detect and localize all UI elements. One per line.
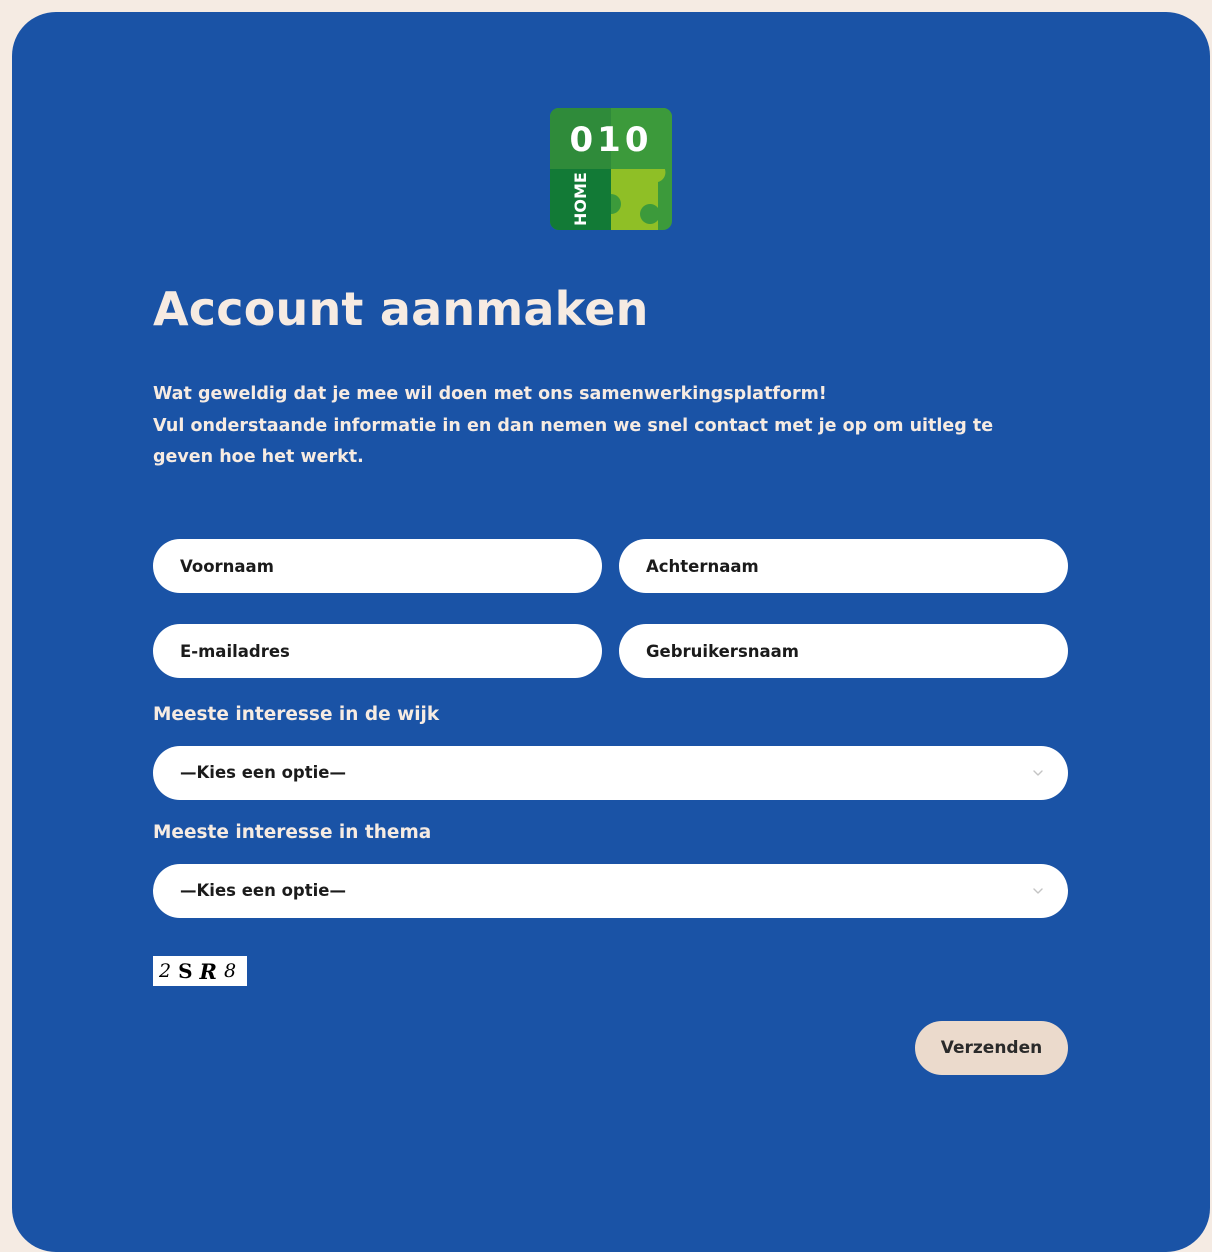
wijk-label: Meeste interesse in de wijk xyxy=(153,704,440,725)
intro-line-2: Vul onderstaande informatie in en dan ne… xyxy=(153,415,994,468)
captcha-char: R xyxy=(199,958,217,984)
intro-text: Wat geweldig dat je mee wil doen met ons… xyxy=(153,379,1053,474)
svg-text:010: 010 xyxy=(570,120,653,160)
home010-logo: 010 HOME xyxy=(550,108,672,230)
captcha-char: 8 xyxy=(224,960,237,982)
submit-button[interactable]: Verzenden xyxy=(915,1021,1068,1075)
captcha-char: S xyxy=(178,959,193,983)
chevron-down-icon xyxy=(1033,770,1043,776)
wijk-select[interactable]: —Kies een optie— xyxy=(153,746,1068,800)
captcha-char: 2 xyxy=(159,960,172,982)
page-title: Account aanmaken xyxy=(153,282,649,336)
thema-selected-value: —Kies een optie— xyxy=(180,881,346,900)
svg-text:HOME: HOME xyxy=(571,172,590,226)
thema-label: Meeste interesse in thema xyxy=(153,822,432,843)
first-name-input[interactable] xyxy=(153,539,602,593)
intro-line-1: Wat geweldig dat je mee wil doen met ons… xyxy=(153,384,827,404)
captcha-image: 2 S R 8 xyxy=(153,956,247,986)
username-input[interactable] xyxy=(619,624,1068,678)
email-input[interactable] xyxy=(153,624,602,678)
chevron-down-icon xyxy=(1033,888,1043,894)
last-name-input[interactable] xyxy=(619,539,1068,593)
wijk-selected-value: —Kies een optie— xyxy=(180,763,346,782)
thema-select[interactable]: —Kies een optie— xyxy=(153,864,1068,918)
